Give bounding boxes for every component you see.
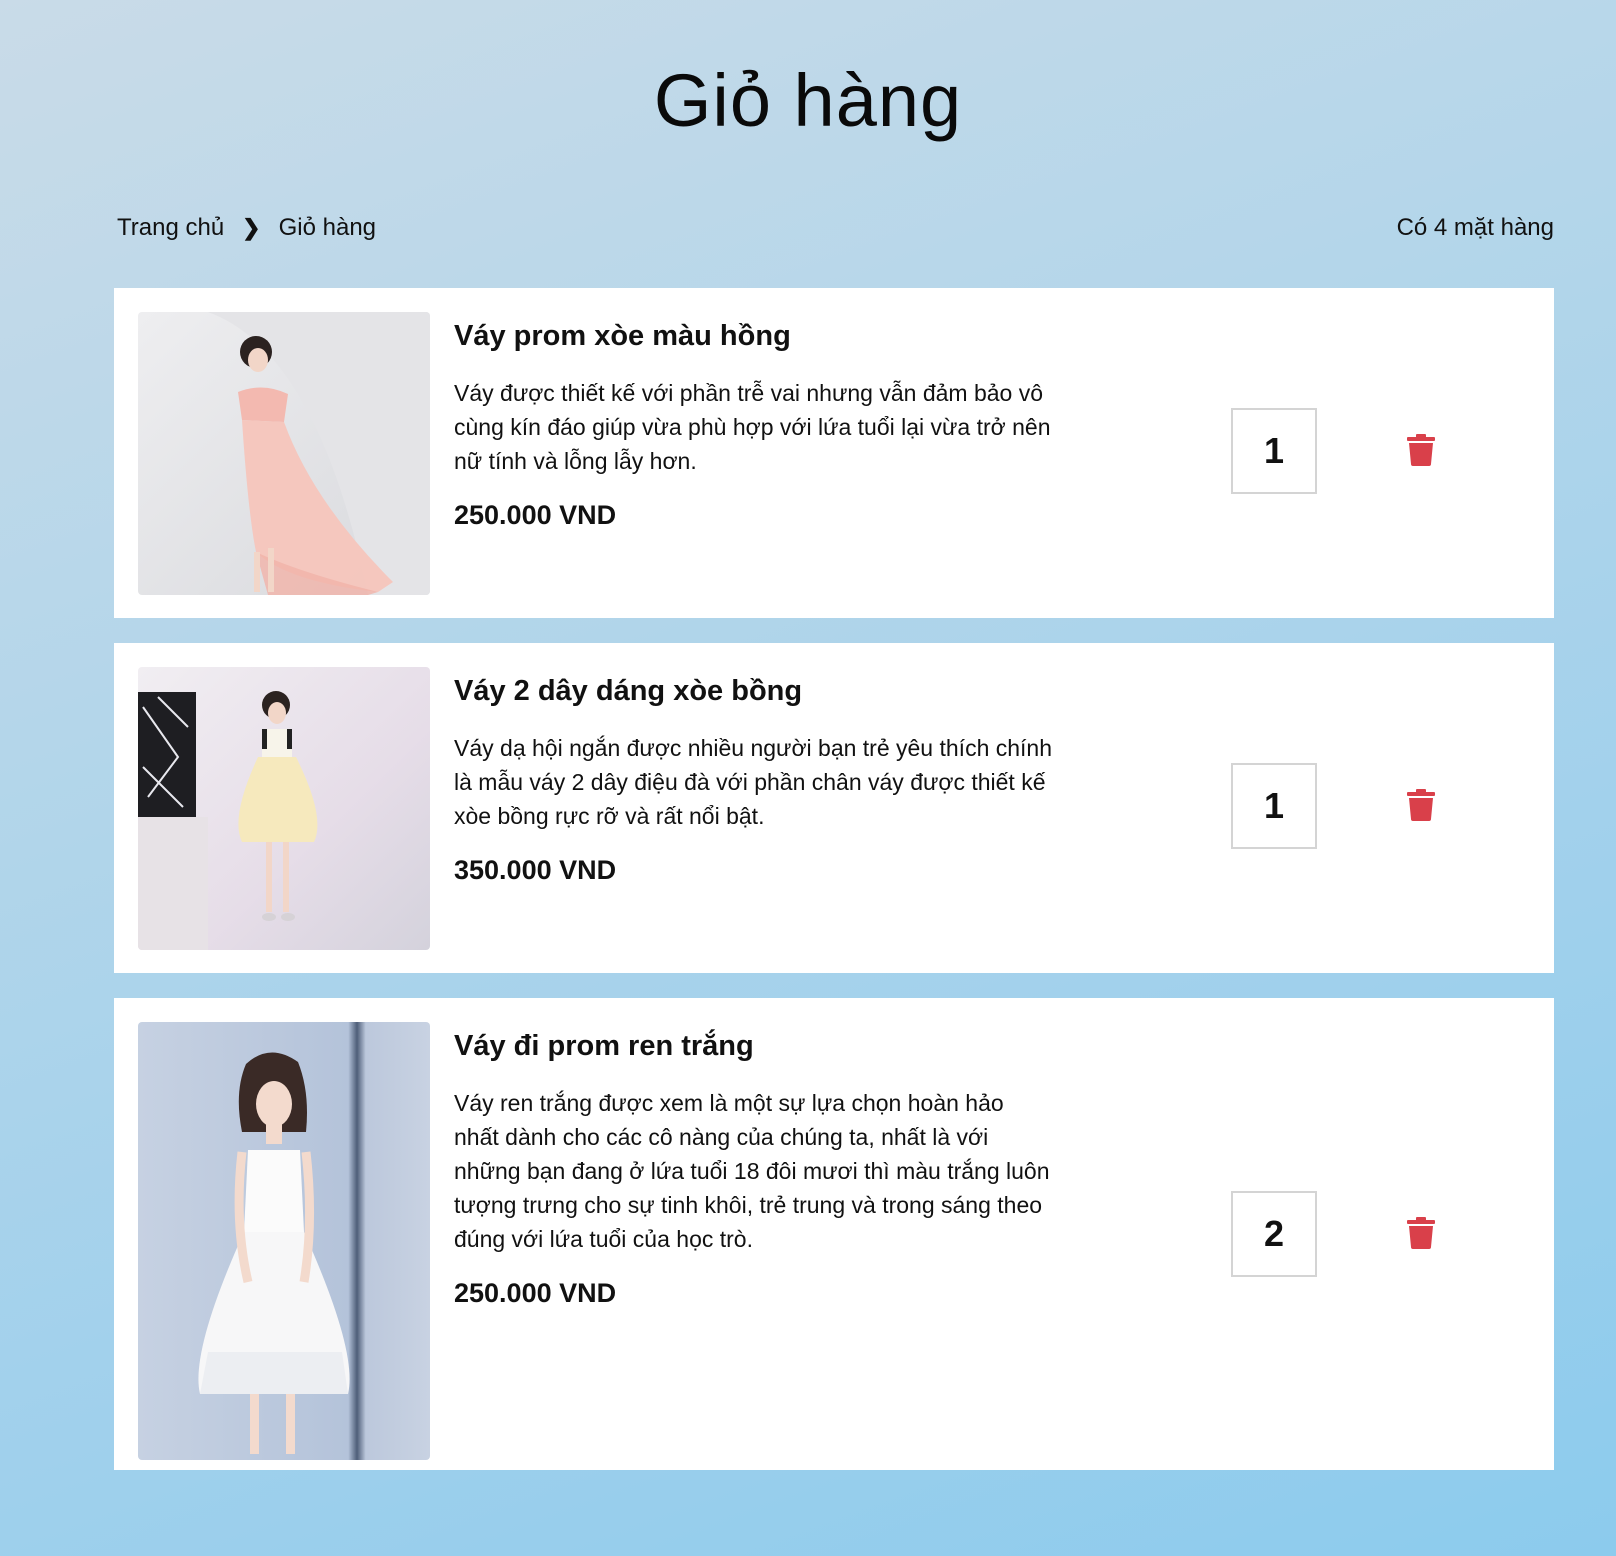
quantity-input[interactable]: [1231, 408, 1317, 494]
item-count-label: Có 4 mặt hàng: [1396, 214, 1554, 241]
delete-item-button[interactable]: [1405, 1216, 1437, 1252]
product-info: Váy 2 dây dáng xòe bồng Váy dạ hội ngắn …: [454, 674, 1054, 886]
cart-item: Váy đi prom ren trắng Váy ren trắng được…: [114, 998, 1554, 1470]
product-price: 250.000 VND: [454, 1277, 617, 1308]
pink-dress-photo-icon: [138, 312, 430, 595]
quantity-input[interactable]: [1231, 1191, 1317, 1277]
breadcrumb-current: Giỏ hàng: [278, 214, 377, 241]
product-price: 250.000 VND: [454, 499, 617, 530]
trash-icon: [1407, 788, 1435, 821]
product-name[interactable]: Váy prom xòe màu hồng: [454, 319, 1054, 354]
product-image[interactable]: [138, 1022, 430, 1460]
breadcrumb-home-link[interactable]: Trang chủ: [117, 214, 224, 242]
chevron-right-icon: ❯: [242, 215, 261, 240]
white-dress-photo-icon: [138, 1022, 430, 1460]
product-info: Váy prom xòe màu hồng Váy được thiết kế …: [454, 319, 1054, 531]
trash-icon: [1407, 433, 1435, 466]
product-description: Váy dạ hội ngắn được nhiều người bạn trẻ…: [454, 734, 1053, 829]
trash-icon: [1407, 1216, 1435, 1249]
cart-list: Váy prom xòe màu hồng Váy được thiết kế …: [114, 288, 1554, 1495]
product-image[interactable]: [138, 667, 430, 950]
product-description: Váy ren trắng được xem là một sự lựa chọ…: [454, 1089, 1050, 1252]
product-name[interactable]: Váy 2 dây dáng xòe bồng: [454, 674, 1054, 709]
product-image[interactable]: [138, 312, 430, 595]
product-name[interactable]: Váy đi prom ren trắng: [454, 1029, 1054, 1064]
product-price: 350.000 VND: [454, 854, 617, 885]
cart-page: Giỏ hàng Trang chủ ❯ Giỏ hàng Có 4 mặt h…: [0, 0, 1616, 1556]
delete-item-button[interactable]: [1405, 433, 1437, 469]
page-title: Giỏ hàng: [653, 59, 963, 142]
delete-item-button[interactable]: [1405, 788, 1437, 824]
yellow-dress-photo-icon: [138, 667, 430, 950]
cart-item: Váy 2 dây dáng xòe bồng Váy dạ hội ngắn …: [114, 643, 1554, 973]
product-info: Váy đi prom ren trắng Váy ren trắng được…: [454, 1029, 1054, 1309]
product-description: Váy được thiết kế với phần trễ vai nhưng…: [454, 379, 1051, 474]
breadcrumb: Trang chủ ❯ Giỏ hàng: [117, 214, 376, 242]
quantity-input[interactable]: [1231, 763, 1317, 849]
cart-item: Váy prom xòe màu hồng Váy được thiết kế …: [114, 288, 1554, 618]
